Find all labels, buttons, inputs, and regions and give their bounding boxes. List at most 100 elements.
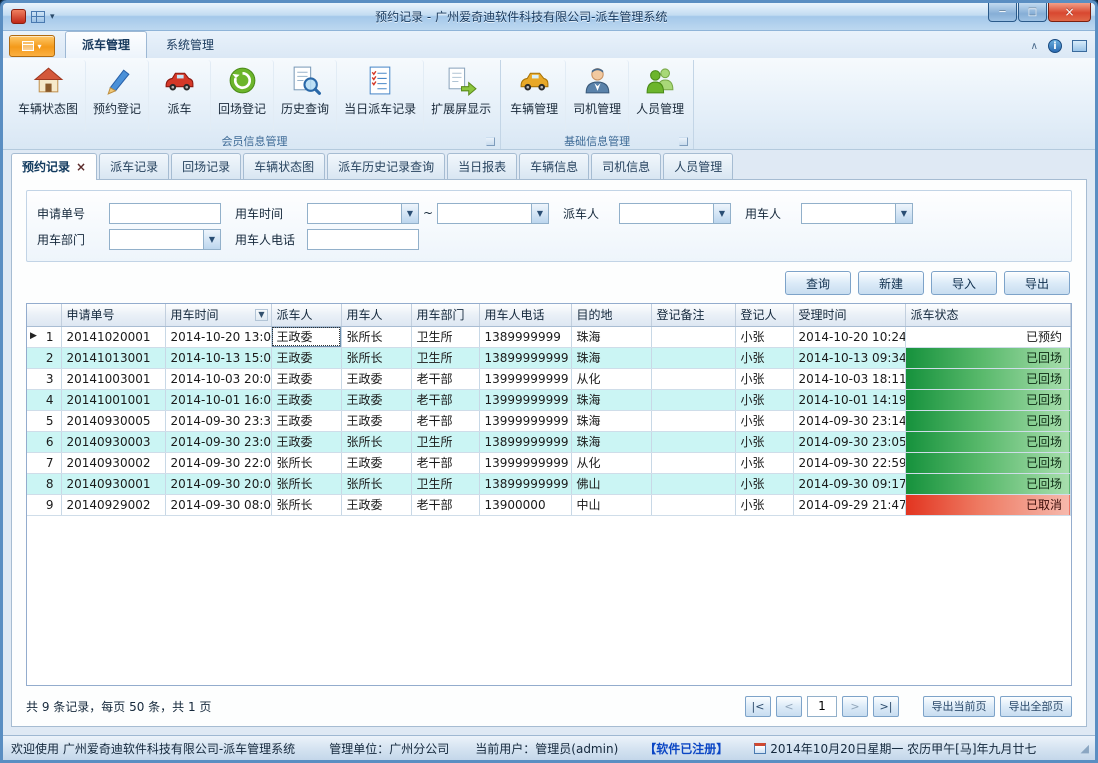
export-all-pages-button[interactable]: 导出全部页 <box>1000 696 1072 717</box>
cell-user[interactable]: 王政委 <box>341 410 411 431</box>
cell-destination[interactable]: 从化 <box>571 368 651 389</box>
close-icon[interactable]: × <box>76 162 86 172</box>
cell-dept[interactable]: 卫生所 <box>411 473 479 494</box>
ribbon-button-personnel-management[interactable]: 人员管理 <box>629 60 691 132</box>
cell-accept-time[interactable]: 2014-09-29 21:47 <box>793 494 905 515</box>
tab-dispatch-records[interactable]: 派车记录 <box>99 153 169 179</box>
col-order-no[interactable]: 申请单号 <box>61 304 165 326</box>
row-indicator-cell[interactable]: 8 <box>27 473 61 494</box>
ribbon-button-reservation[interactable]: 预约登记 <box>86 60 149 132</box>
cell-registrar[interactable]: 小张 <box>735 389 793 410</box>
table-row[interactable]: ▶1 20141020001 2014-10-20 13:00 王政委 张所长 … <box>27 326 1071 347</box>
cell-user[interactable]: 张所长 <box>341 347 411 368</box>
tab-return-records[interactable]: 回场记录 <box>171 153 241 179</box>
cell-accept-time[interactable]: 2014-10-03 18:11 <box>793 368 905 389</box>
row-indicator-cell[interactable]: 2 <box>27 347 61 368</box>
table-row[interactable]: 4 20141001001 2014-10-01 16:00 王政委 王政委 老… <box>27 389 1071 410</box>
cell-use-time[interactable]: 2014-09-30 23:00 <box>165 431 271 452</box>
cell-destination[interactable]: 珠海 <box>571 410 651 431</box>
query-button[interactable]: 查询 <box>785 271 851 295</box>
user-combo[interactable]: ▼ <box>801 203 913 224</box>
filter-dropdown-icon[interactable]: ▼ <box>255 309 267 321</box>
table-row[interactable]: 7 20140930002 2014-09-30 22:00 张所长 王政委 老… <box>27 452 1071 473</box>
dept-combo[interactable]: ▼ <box>109 229 221 250</box>
export-button[interactable]: 导出 <box>1004 271 1070 295</box>
cell-remark[interactable] <box>651 368 735 389</box>
col-dispatch-status[interactable]: 派车状态 <box>905 304 1071 326</box>
col-use-time[interactable]: 用车时间▼ <box>165 304 271 326</box>
cell-dispatch-status[interactable]: 已回场 <box>905 431 1071 452</box>
cell-use-time[interactable]: 2014-09-30 20:00 <box>165 473 271 494</box>
cell-user[interactable]: 张所长 <box>341 473 411 494</box>
tab-dispatch-history-query[interactable]: 派车历史记录查询 <box>327 153 445 179</box>
cell-phone[interactable]: 13899999999 <box>479 347 571 368</box>
cell-use-time[interactable]: 2014-09-30 23:30 <box>165 410 271 431</box>
cell-use-time[interactable]: 2014-09-30 08:00 <box>165 494 271 515</box>
tab-daily-report[interactable]: 当日报表 <box>447 153 517 179</box>
cell-registrar[interactable]: 小张 <box>735 347 793 368</box>
maximize-button[interactable]: □ <box>1018 3 1047 22</box>
cell-remark[interactable] <box>651 326 735 347</box>
cell-destination[interactable]: 珠海 <box>571 347 651 368</box>
cell-user[interactable]: 张所长 <box>341 326 411 347</box>
cell-order-no[interactable]: 20140930001 <box>61 473 165 494</box>
col-registrar[interactable]: 登记人 <box>735 304 793 326</box>
cell-registrar[interactable]: 小张 <box>735 494 793 515</box>
cell-use-time[interactable]: 2014-10-20 13:00 <box>165 326 271 347</box>
row-indicator-cell[interactable]: 5 <box>27 410 61 431</box>
ribbon-button-vehicle-management[interactable]: 车辆管理 <box>503 60 566 132</box>
cell-dept[interactable]: 老干部 <box>411 368 479 389</box>
tab-driver-info[interactable]: 司机信息 <box>591 153 661 179</box>
cell-registrar[interactable]: 小张 <box>735 326 793 347</box>
cell-user[interactable]: 王政委 <box>341 452 411 473</box>
table-row[interactable]: 2 20141013001 2014-10-13 15:00 王政委 张所长 卫… <box>27 347 1071 368</box>
chevron-down-icon[interactable]: ▼ <box>401 204 418 223</box>
col-remark[interactable]: 登记备注 <box>651 304 735 326</box>
table-row[interactable]: 5 20140930005 2014-09-30 23:30 王政委 王政委 老… <box>27 410 1071 431</box>
resize-grip[interactable]: ◢ <box>1081 742 1089 755</box>
ribbon-button-extended-screen[interactable]: 扩展屏显示 <box>424 60 498 132</box>
cell-dispatch-status[interactable]: 已预约 <box>905 326 1071 347</box>
row-indicator-cell[interactable]: 7 <box>27 452 61 473</box>
cell-dispatch-status[interactable]: 已回场 <box>905 452 1071 473</box>
order-no-input[interactable] <box>109 203 221 224</box>
cell-accept-time[interactable]: 2014-09-30 09:17 <box>793 473 905 494</box>
cell-destination[interactable]: 佛山 <box>571 473 651 494</box>
prev-page-button[interactable]: < <box>776 696 802 717</box>
cell-dispatch-status[interactable]: 已回场 <box>905 368 1071 389</box>
page-number-input[interactable] <box>807 696 837 717</box>
cell-use-time[interactable]: 2014-10-13 15:00 <box>165 347 271 368</box>
cell-order-no[interactable]: 20141003001 <box>61 368 165 389</box>
close-button[interactable]: × <box>1048 3 1091 22</box>
cell-phone[interactable]: 13899999999 <box>479 473 571 494</box>
cell-user[interactable]: 王政委 <box>341 368 411 389</box>
license-status-link[interactable]: 【软件已注册】 <box>644 740 728 757</box>
row-indicator-cell[interactable]: 6 <box>27 431 61 452</box>
table-row[interactable]: 8 20140930001 2014-09-30 20:00 张所长 张所长 卫… <box>27 473 1071 494</box>
col-destination[interactable]: 目的地 <box>571 304 651 326</box>
collapse-ribbon-icon[interactable]: ∧ <box>1031 41 1038 52</box>
cell-accept-time[interactable]: 2014-10-01 14:19 <box>793 389 905 410</box>
cell-order-no[interactable]: 20140930002 <box>61 452 165 473</box>
cell-order-no[interactable]: 20140930005 <box>61 410 165 431</box>
application-menu-button[interactable]: ▾ <box>9 35 55 57</box>
tab-vehicle-status-map[interactable]: 车辆状态图 <box>243 153 325 179</box>
cell-phone[interactable]: 13999999999 <box>479 389 571 410</box>
cell-use-time[interactable]: 2014-10-01 16:00 <box>165 389 271 410</box>
use-time-to-combo[interactable]: ▼ <box>437 203 549 224</box>
cell-dispatcher[interactable]: 王政委 <box>271 389 341 410</box>
cell-phone[interactable]: 13999999999 <box>479 410 571 431</box>
col-phone[interactable]: 用车人电话 <box>479 304 571 326</box>
ribbon-tab-dispatch-management[interactable]: 派车管理 <box>65 31 147 58</box>
table-row[interactable]: 6 20140930003 2014-09-30 23:00 王政委 张所长 卫… <box>27 431 1071 452</box>
tab-reservation-records[interactable]: 预约记录 × <box>11 153 97 180</box>
grid-icon[interactable] <box>31 11 45 23</box>
cell-dispatcher[interactable]: 张所长 <box>271 494 341 515</box>
title-bar[interactable]: ▾ 预约记录 - 广州爱奇迪软件科技有限公司-派车管理系统 ─ □ × <box>3 3 1095 31</box>
cell-remark[interactable] <box>651 410 735 431</box>
minimize-button[interactable]: ─ <box>988 3 1017 22</box>
cell-accept-time[interactable]: 2014-09-30 23:05 <box>793 431 905 452</box>
cell-destination[interactable]: 珠海 <box>571 389 651 410</box>
row-indicator-cell[interactable]: 9 <box>27 494 61 515</box>
ribbon-button-dispatch[interactable]: 派车 <box>149 60 211 132</box>
